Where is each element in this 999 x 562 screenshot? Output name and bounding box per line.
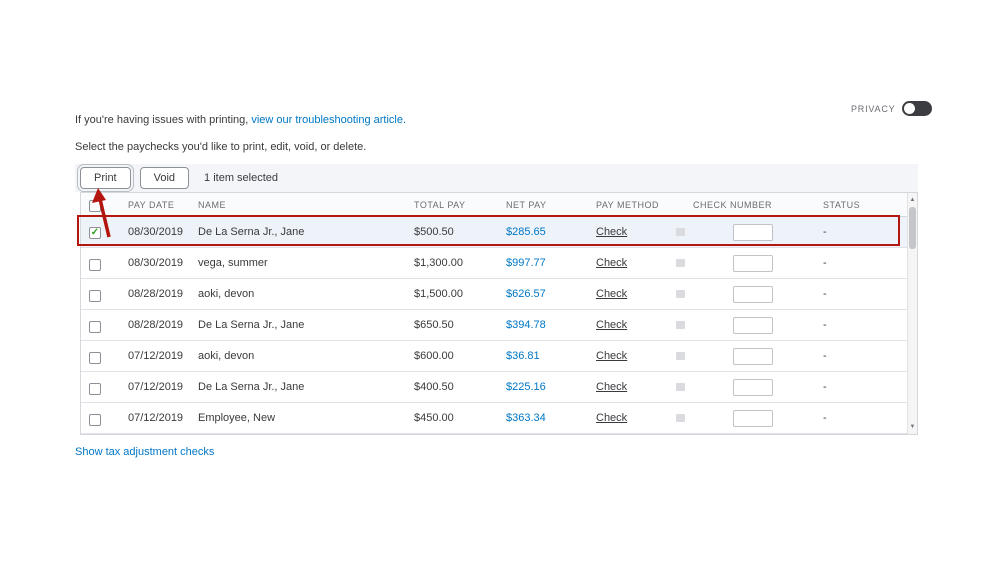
pay-method-link[interactable]: Check [596, 288, 627, 300]
net-pay-cell: $997.77 [506, 257, 546, 269]
status-cell: - [823, 412, 827, 424]
name-cell: Employee, New [198, 412, 276, 424]
name-cell: De La Serna Jr., Jane [198, 226, 305, 238]
disabled-checkbox-icon [676, 290, 685, 298]
header-total-pay[interactable]: TOTAL PAY [414, 200, 506, 210]
table-row[interactable]: 07/12/2019 aoki, devon $600.00 $36.81 Ch… [81, 341, 917, 372]
header-net-pay[interactable]: NET PAY [506, 200, 596, 210]
status-cell: - [823, 381, 827, 393]
printing-issues-prefix: If you're having issues with printing, [75, 114, 252, 126]
selection-status: 1 item selected [204, 172, 279, 184]
void-button[interactable]: Void [139, 167, 190, 189]
pay-date-cell: 07/12/2019 [128, 381, 184, 393]
check-number-input[interactable] [733, 254, 773, 272]
scrollbar-down-arrow[interactable]: ▼ [908, 421, 917, 433]
header-name[interactable]: NAME [198, 200, 414, 210]
pay-date-cell: 08/28/2019 [128, 319, 184, 331]
net-pay-cell: $394.78 [506, 319, 546, 331]
table-row[interactable]: ✓ 08/30/2019 De La Serna Jr., Jane $500.… [81, 217, 917, 248]
net-pay-cell: $36.81 [506, 350, 540, 362]
privacy-control: PRIVACY [851, 101, 933, 116]
total-pay-cell: $400.50 [414, 381, 454, 393]
pay-method-link[interactable]: Check [596, 412, 627, 424]
select-paychecks-instruction: Select the paychecks you'd like to print… [75, 141, 367, 153]
checkmark-icon: ✓ [90, 226, 100, 238]
status-cell: - [823, 288, 827, 300]
net-pay-cell: $626.57 [506, 288, 546, 300]
disabled-checkbox-icon [676, 259, 685, 267]
table-row[interactable]: 07/12/2019 De La Serna Jr., Jane $400.50… [81, 372, 917, 403]
pay-method-link[interactable]: Check [596, 319, 627, 331]
disabled-checkbox-icon [676, 414, 685, 422]
pay-method-link[interactable]: Check [596, 381, 627, 393]
pay-date-cell: 07/12/2019 [128, 350, 184, 362]
total-pay-cell: $1,500.00 [414, 288, 463, 300]
disabled-checkbox-icon [676, 352, 685, 360]
privacy-toggle[interactable] [902, 101, 933, 116]
troubleshooting-article-link[interactable]: view our troubleshooting article. [251, 114, 406, 126]
check-number-input[interactable] [733, 409, 773, 427]
table-scrollbar[interactable]: ▲ ▼ [907, 193, 917, 434]
check-number-input[interactable] [733, 223, 773, 241]
header-check-number[interactable]: CHECK NUMBER [693, 200, 823, 210]
check-number-input[interactable] [733, 347, 773, 365]
row-checkbox[interactable] [89, 351, 101, 364]
net-pay-cell: $285.65 [506, 226, 546, 238]
row-checkbox[interactable] [89, 382, 101, 395]
check-number-input[interactable] [733, 316, 773, 334]
check-number-input[interactable] [733, 378, 773, 396]
total-pay-cell: $450.00 [414, 412, 454, 424]
status-cell: - [823, 350, 827, 362]
pay-date-cell: 08/30/2019 [128, 257, 184, 269]
select-all-checkbox[interactable] [89, 199, 101, 212]
total-pay-cell: $500.50 [414, 226, 454, 238]
table-body: ✓ 08/30/2019 De La Serna Jr., Jane $500.… [81, 217, 917, 434]
net-pay-cell: $363.34 [506, 412, 546, 424]
row-checkbox[interactable] [89, 258, 101, 271]
row-checkbox[interactable] [89, 320, 101, 333]
header-pay-date[interactable]: PAY DATE [128, 200, 198, 210]
table-row[interactable]: 08/28/2019 aoki, devon $1,500.00 $626.57… [81, 279, 917, 310]
disabled-checkbox-icon [676, 321, 685, 329]
net-pay-cell: $225.16 [506, 381, 546, 393]
scrollbar-thumb[interactable] [909, 207, 916, 249]
pay-date-cell: 08/30/2019 [128, 226, 184, 238]
disabled-checkbox-icon [676, 228, 685, 236]
name-cell: aoki, devon [198, 350, 255, 362]
row-checkbox[interactable]: ✓ [89, 226, 101, 239]
header-pay-method[interactable]: PAY METHOD [596, 200, 693, 210]
total-pay-cell: $600.00 [414, 350, 454, 362]
printing-issues-text: If you're having issues with printing, v… [75, 114, 406, 126]
total-pay-cell: $1,300.00 [414, 257, 463, 269]
name-cell: De La Serna Jr., Jane [198, 381, 305, 393]
table-row[interactable]: 08/30/2019 vega, summer $1,300.00 $997.7… [81, 248, 917, 279]
name-cell: vega, summer [198, 257, 268, 269]
pay-method-link[interactable]: Check [596, 350, 627, 362]
pay-method-link[interactable]: Check [596, 257, 627, 269]
name-cell: De La Serna Jr., Jane [198, 319, 305, 331]
name-cell: aoki, devon [198, 288, 255, 300]
check-number-input[interactable] [733, 285, 773, 303]
status-cell: - [823, 257, 827, 269]
scrollbar-up-arrow[interactable]: ▲ [908, 194, 917, 206]
print-button[interactable]: Print [77, 164, 134, 192]
header-status[interactable]: STATUS [823, 200, 909, 210]
paychecks-table: PAY DATE NAME TOTAL PAY NET PAY PAY METH… [80, 192, 918, 435]
pay-method-link[interactable]: Check [596, 226, 627, 238]
status-cell: - [823, 226, 827, 238]
total-pay-cell: $650.50 [414, 319, 454, 331]
table-row[interactable]: 07/12/2019 Employee, New $450.00 $363.34… [81, 403, 917, 434]
paychecks-toolbar: Print Void 1 item selected [75, 164, 918, 192]
privacy-label: PRIVACY [851, 103, 896, 114]
row-checkbox[interactable] [89, 413, 101, 426]
show-tax-adjustment-checks-link[interactable]: Show tax adjustment checks [75, 446, 214, 458]
disabled-checkbox-icon [676, 383, 685, 391]
table-row[interactable]: 08/28/2019 De La Serna Jr., Jane $650.50… [81, 310, 917, 341]
table-header-row: PAY DATE NAME TOTAL PAY NET PAY PAY METH… [81, 193, 917, 217]
privacy-toggle-knob [904, 103, 916, 114]
pay-date-cell: 07/12/2019 [128, 412, 184, 424]
pay-date-cell: 08/28/2019 [128, 288, 184, 300]
status-cell: - [823, 319, 827, 331]
row-checkbox[interactable] [89, 289, 101, 302]
